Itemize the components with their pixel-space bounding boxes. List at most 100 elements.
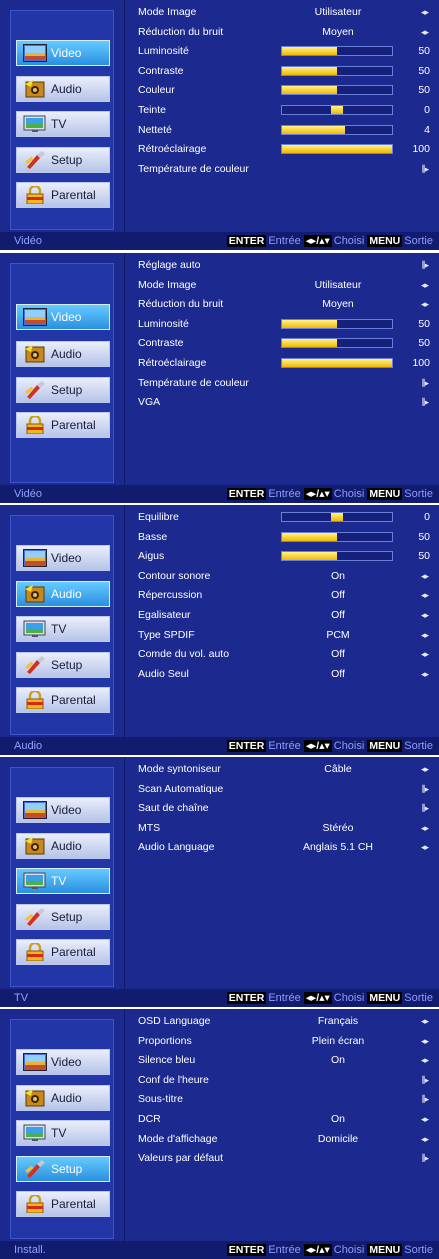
- setting-row[interactable]: Mode d'affichage Domicile ◂▸: [138, 1130, 434, 1149]
- setting-row[interactable]: Contour sonore On ◂▸: [138, 567, 434, 586]
- left-right-arrows-icon[interactable]: ◂▸: [410, 276, 429, 295]
- level-slider[interactable]: [281, 318, 393, 329]
- left-right-arrows-icon[interactable]: ◂▸: [410, 1012, 429, 1031]
- setting-row[interactable]: Mode Image Utilisateur ◂▸: [138, 3, 434, 22]
- setting-row[interactable]: Teinte 0: [138, 101, 434, 120]
- menu-button-tv[interactable]: TV: [16, 868, 110, 894]
- setting-row[interactable]: Rétroéclairage 100: [138, 354, 434, 373]
- setting-row[interactable]: OSD Language Français ◂▸: [138, 1012, 434, 1031]
- menu-button-video[interactable]: Video: [16, 545, 110, 571]
- setting-row[interactable]: DCR On ◂▸: [138, 1110, 434, 1129]
- menu-button-parental[interactable]: Parental: [16, 412, 110, 438]
- left-right-arrows-icon[interactable]: ◂▸: [410, 295, 429, 314]
- submenu-enter-icon[interactable]: ⫼▸: [410, 256, 429, 275]
- submenu-enter-icon[interactable]: ⫼▸: [410, 1149, 429, 1168]
- setting-row[interactable]: Réglage auto ⫼▸: [138, 256, 434, 275]
- submenu-enter-icon[interactable]: ⫼▸: [410, 780, 429, 799]
- setting-row[interactable]: Mode Image Utilisateur ◂▸: [138, 276, 434, 295]
- level-slider[interactable]: [281, 105, 393, 115]
- setting-row[interactable]: Valeurs par défaut ⫼▸: [138, 1149, 434, 1168]
- setting-row[interactable]: Aigus 50: [138, 547, 434, 566]
- setting-row[interactable]: Réduction du bruit Moyen ◂▸: [138, 295, 434, 314]
- setting-row[interactable]: Répercussion Off ◂▸: [138, 586, 434, 605]
- setting-row[interactable]: VGA ⫼▸: [138, 393, 434, 412]
- setting-row[interactable]: Type SPDIF PCM ◂▸: [138, 626, 434, 645]
- level-slider[interactable]: [281, 531, 393, 542]
- menu-button-video[interactable]: Video: [16, 797, 110, 823]
- submenu-enter-icon[interactable]: ⫼▸: [410, 1071, 429, 1090]
- setting-row[interactable]: Couleur 50: [138, 81, 434, 100]
- menu-button-audio[interactable]: Audio: [16, 833, 110, 859]
- setting-row[interactable]: Audio Language Anglais 5.1 CH ◂▸: [138, 838, 434, 857]
- left-right-arrows-icon[interactable]: ◂▸: [410, 645, 429, 664]
- level-slider[interactable]: [281, 85, 393, 96]
- left-right-arrows-icon[interactable]: ◂▸: [410, 3, 429, 22]
- submenu-enter-icon[interactable]: ⫼▸: [410, 1090, 429, 1109]
- level-slider[interactable]: [281, 338, 393, 349]
- level-slider[interactable]: [281, 65, 393, 76]
- menu-button-video[interactable]: Video: [16, 304, 110, 330]
- left-right-arrows-icon[interactable]: ◂▸: [410, 567, 429, 586]
- level-slider[interactable]: [281, 551, 393, 562]
- setting-row[interactable]: Mode syntoniseur Câble ◂▸: [138, 760, 434, 779]
- left-right-arrows-icon[interactable]: ◂▸: [410, 760, 429, 779]
- setting-row[interactable]: MTS Stéréo ◂▸: [138, 819, 434, 838]
- left-right-arrows-icon[interactable]: ◂▸: [410, 665, 429, 684]
- setting-row[interactable]: Basse 50: [138, 528, 434, 547]
- setting-row[interactable]: Réduction du bruit Moyen ◂▸: [138, 23, 434, 42]
- setting-row[interactable]: Luminosité 50: [138, 42, 434, 61]
- setting-row[interactable]: Silence bleu On ◂▸: [138, 1051, 434, 1070]
- setting-row[interactable]: Luminosité 50: [138, 315, 434, 334]
- setting-row[interactable]: Saut de chaîne ⫼▸: [138, 799, 434, 818]
- setting-row[interactable]: Audio Seul Off ◂▸: [138, 665, 434, 684]
- setting-row[interactable]: Température de couleur ⫼▸: [138, 160, 434, 179]
- left-right-arrows-icon[interactable]: ◂▸: [410, 1032, 429, 1051]
- menu-button-video[interactable]: Video: [16, 40, 110, 66]
- menu-button-setup[interactable]: Setup: [16, 377, 110, 403]
- menu-button-parental[interactable]: Parental: [16, 182, 110, 208]
- left-right-arrows-icon[interactable]: ◂▸: [410, 838, 429, 857]
- left-right-arrows-icon[interactable]: ◂▸: [410, 1051, 429, 1070]
- setting-row[interactable]: Equilibre 0: [138, 508, 434, 527]
- setting-row[interactable]: Contraste 50: [138, 62, 434, 81]
- setting-row[interactable]: Contraste 50: [138, 334, 434, 353]
- menu-button-setup[interactable]: Setup: [16, 652, 110, 678]
- submenu-enter-icon[interactable]: ⫼▸: [410, 374, 429, 393]
- level-slider[interactable]: [281, 124, 393, 135]
- menu-button-audio[interactable]: Audio: [16, 76, 110, 102]
- menu-button-parental[interactable]: Parental: [16, 1191, 110, 1217]
- setting-row[interactable]: Température de couleur ⫼▸: [138, 374, 434, 393]
- left-right-arrows-icon[interactable]: ◂▸: [410, 1110, 429, 1129]
- menu-button-parental[interactable]: Parental: [16, 939, 110, 965]
- menu-button-tv[interactable]: TV: [16, 616, 110, 642]
- menu-button-parental[interactable]: Parental: [16, 687, 110, 713]
- setting-row[interactable]: Sous-titre ⫼▸: [138, 1090, 434, 1109]
- menu-button-tv[interactable]: TV: [16, 111, 110, 137]
- left-right-arrows-icon[interactable]: ◂▸: [410, 819, 429, 838]
- level-slider[interactable]: [281, 144, 393, 155]
- setting-row[interactable]: Egalisateur Off ◂▸: [138, 606, 434, 625]
- menu-button-tv[interactable]: TV: [16, 1120, 110, 1146]
- left-right-arrows-icon[interactable]: ◂▸: [410, 626, 429, 645]
- menu-button-audio[interactable]: Audio: [16, 1085, 110, 1111]
- menu-button-setup[interactable]: Setup: [16, 904, 110, 930]
- left-right-arrows-icon[interactable]: ◂▸: [410, 23, 429, 42]
- menu-button-audio[interactable]: Audio: [16, 581, 110, 607]
- submenu-enter-icon[interactable]: ⫼▸: [410, 799, 429, 818]
- setting-row[interactable]: Netteté 4: [138, 121, 434, 140]
- setting-row[interactable]: Proportions Plein écran ◂▸: [138, 1032, 434, 1051]
- level-slider[interactable]: [281, 512, 393, 522]
- setting-row[interactable]: Conf de l'heure ⫼▸: [138, 1071, 434, 1090]
- submenu-enter-icon[interactable]: ⫼▸: [410, 393, 429, 412]
- setting-row[interactable]: Scan Automatique ⫼▸: [138, 780, 434, 799]
- menu-button-video[interactable]: Video: [16, 1049, 110, 1075]
- left-right-arrows-icon[interactable]: ◂▸: [410, 1130, 429, 1149]
- menu-button-setup[interactable]: Setup: [16, 147, 110, 173]
- left-right-arrows-icon[interactable]: ◂▸: [410, 586, 429, 605]
- level-slider[interactable]: [281, 46, 393, 57]
- menu-button-setup[interactable]: Setup: [16, 1156, 110, 1182]
- left-right-arrows-icon[interactable]: ◂▸: [410, 606, 429, 625]
- level-slider[interactable]: [281, 358, 393, 368]
- submenu-enter-icon[interactable]: ⫼▸: [410, 160, 429, 179]
- menu-button-audio[interactable]: Audio: [16, 341, 110, 367]
